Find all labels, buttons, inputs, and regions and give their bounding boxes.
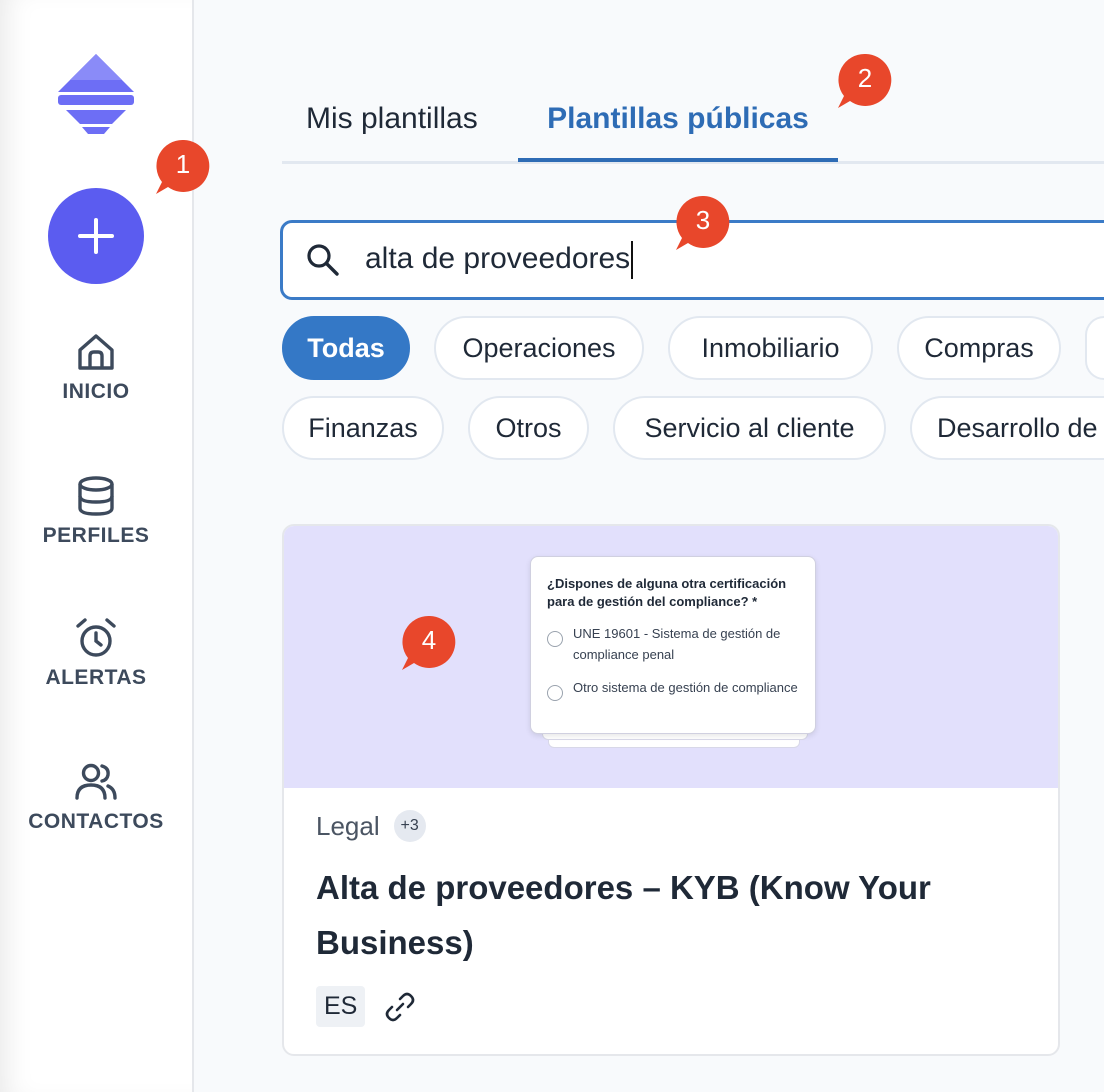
step-marker-1: 1: [154, 138, 212, 196]
template-card-body: Legal +3 Alta de proveedores – KYB (Know…: [316, 810, 1026, 1027]
preview-question: ¿Dispones de alguna otra certificación p…: [547, 576, 787, 609]
filter-chip-servicio-al-cliente[interactable]: Servicio al cliente: [613, 396, 886, 460]
database-icon: [78, 476, 114, 516]
add-button[interactable]: [48, 188, 144, 284]
home-icon: [78, 334, 114, 370]
text-caret: [631, 241, 634, 279]
nav-label-alertas: ALERTAS: [45, 666, 147, 689]
tab-mis-plantillas[interactable]: Mis plantillas: [306, 102, 478, 154]
filter-chip-compras[interactable]: Compras: [897, 316, 1061, 380]
plus-icon: [78, 218, 114, 254]
template-card[interactable]: ¿Dispones de alguna otra certificación p…: [282, 524, 1060, 1056]
logo-icon: [58, 54, 134, 134]
step-marker-4: 4: [400, 614, 458, 672]
tab-plantillas-publicas[interactable]: Plantillas públicas: [518, 102, 838, 154]
search-icon: [307, 244, 339, 276]
radio-icon: [547, 631, 563, 647]
nav-item-contactos[interactable]: CONTACTOS: [0, 760, 192, 834]
nav-item-inicio[interactable]: INICIO: [0, 330, 192, 404]
language-badge: ES: [316, 986, 366, 1027]
search-input[interactable]: alta de proveedores: [365, 241, 634, 279]
step-marker-2: 2: [836, 52, 894, 110]
preview-form-card: ¿Dispones de alguna otra certificación p…: [530, 556, 816, 734]
users-icon: [75, 763, 117, 800]
filter-chip-desarrollo[interactable]: Desarrollo de: [910, 396, 1104, 460]
preview-option: Otro sistema de gestión de compliance: [547, 677, 799, 701]
nav-label-contactos: CONTACTOS: [28, 810, 164, 833]
template-tabs: Mis plantillas Plantillas públicas: [282, 92, 1104, 164]
preview-option-label: Otro sistema de gestión de compliance: [573, 680, 798, 695]
filter-chip-finanzas[interactable]: Finanzas: [282, 396, 444, 460]
nav-label-perfiles: PERFILES: [42, 524, 150, 547]
category-label: Legal: [316, 810, 380, 841]
radio-icon: [547, 685, 563, 701]
filter-chip-more[interactable]: [1085, 316, 1104, 380]
card-footer: ES: [316, 986, 1026, 1027]
nav-label-inicio: INICIO: [62, 380, 130, 403]
nav-item-alertas[interactable]: ALERTAS: [0, 616, 192, 690]
preview-option-label: UNE 19601 - Sistema de gestión de compli…: [573, 626, 781, 662]
filter-chip-todas[interactable]: Todas: [282, 316, 410, 380]
active-tab-indicator: [518, 158, 838, 162]
nav-item-perfiles[interactable]: PERFILES: [0, 474, 192, 548]
step-marker-3: 3: [674, 194, 732, 252]
template-title: Alta de proveedores – KYB (Know Your Bus…: [316, 869, 931, 961]
link-icon[interactable]: [383, 990, 417, 1024]
category-row: Legal +3: [316, 810, 1026, 842]
filter-chip-otros[interactable]: Otros: [468, 396, 589, 460]
alarm-clock-icon: [76, 618, 116, 657]
category-count-badge: +3: [393, 810, 426, 842]
filter-chip-inmobiliario[interactable]: Inmobiliario: [668, 316, 873, 380]
filter-chip-operaciones[interactable]: Operaciones: [434, 316, 644, 380]
preview-option: UNE 19601 - Sistema de gestión de compli…: [547, 623, 799, 665]
